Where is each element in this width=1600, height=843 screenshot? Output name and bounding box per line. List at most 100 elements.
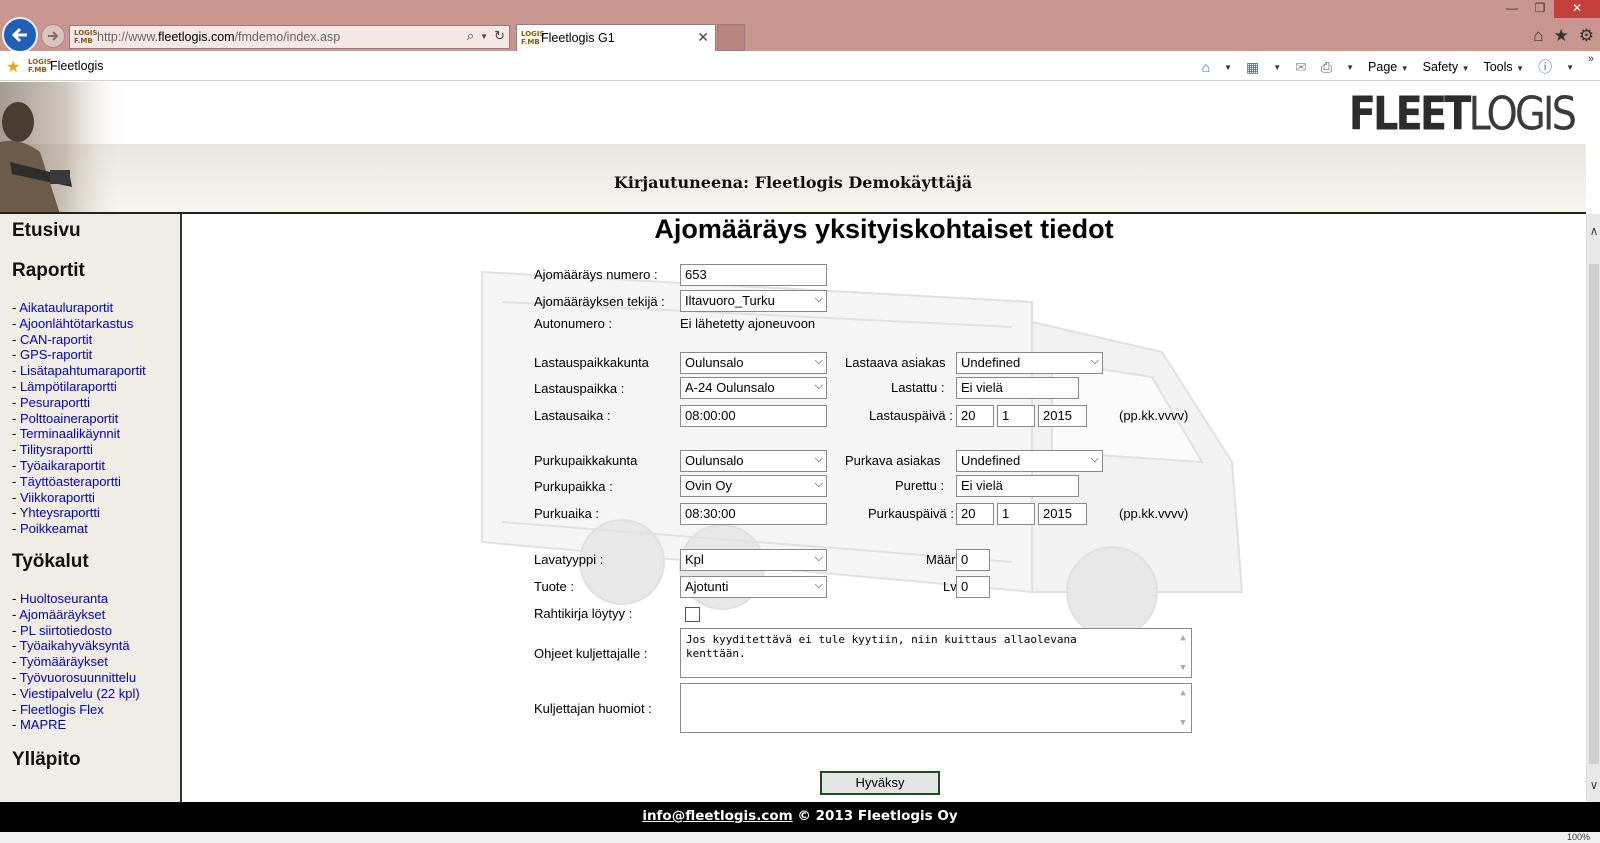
report-link[interactable]: Ajoonlähtötarkastus: [19, 316, 133, 331]
unloading-place-select[interactable]: Ovin Oy ⌵: [680, 475, 827, 497]
loading-time-field[interactable]: 08:00:00: [680, 405, 827, 427]
pallet-type-select[interactable]: Kpl ⌵: [680, 549, 827, 571]
tool-item[interactable]: - MAPRE: [12, 717, 140, 733]
home-icon[interactable]: ⌂: [1533, 26, 1543, 46]
report-link[interactable]: Pesuraportti: [20, 395, 90, 410]
window-close-icon[interactable]: ✕: [1554, 0, 1600, 18]
order-number-field[interactable]: 653: [680, 264, 827, 286]
scrollbar-thumb[interactable]: [1589, 264, 1599, 764]
new-tab-button[interactable]: [717, 24, 745, 51]
loading-customer-select[interactable]: Undefined ⌵: [956, 352, 1103, 374]
sidebar-admin-heading[interactable]: Ylläpito: [12, 749, 81, 771]
tool-item[interactable]: - PL siirtotiedosto: [12, 623, 140, 639]
unloading-customer-select[interactable]: Undefined ⌵: [956, 450, 1103, 472]
more-chevron-icon[interactable]: »: [1588, 53, 1594, 65]
mail-icon[interactable]: ✉: [1295, 59, 1307, 76]
tab-close-icon[interactable]: ✕: [697, 29, 709, 46]
back-button[interactable]: [2, 17, 38, 53]
tool-link[interactable]: Ajomääräykset: [19, 607, 105, 622]
lvp-field[interactable]: 0: [956, 576, 990, 598]
tool-item[interactable]: - Ajomääräykset: [12, 607, 140, 623]
unloading-date-day-field[interactable]: 20: [956, 503, 994, 525]
tool-link[interactable]: Työmääräykset: [20, 654, 108, 669]
page-menu[interactable]: Page ▼: [1368, 60, 1409, 74]
scroll-up-icon[interactable]: ∧: [1587, 224, 1600, 238]
safety-menu[interactable]: Safety ▼: [1423, 60, 1470, 74]
refresh-icon[interactable]: ↻: [494, 28, 505, 46]
report-item[interactable]: - GPS-raportit: [12, 347, 146, 363]
page-scrollbar[interactable]: ∧ ∨: [1586, 214, 1600, 802]
tool-link[interactable]: Huoltoseuranta: [20, 591, 108, 606]
search-icon[interactable]: ⌕: [467, 28, 474, 46]
print-dropdown-icon[interactable]: ▼: [1346, 63, 1354, 72]
help-dropdown-icon[interactable]: ▼: [1566, 63, 1574, 72]
scroll-up-icon[interactable]: ▲: [1180, 686, 1185, 700]
approve-button[interactable]: Hyväksy: [820, 771, 940, 795]
sidebar-reports-heading[interactable]: Raportit: [12, 260, 85, 282]
dropdown-icon[interactable]: ▼: [480, 28, 488, 46]
print-icon[interactable]: ⎙: [1321, 59, 1332, 76]
tool-item[interactable]: - Työaikahyväksyntä: [12, 638, 140, 654]
report-item[interactable]: - Työaikaraportit: [12, 458, 146, 474]
sidebar-tools-heading[interactable]: Työkalut: [12, 551, 89, 573]
report-item[interactable]: - CAN-raportit: [12, 332, 146, 348]
tool-item[interactable]: - Huoltoseuranta: [12, 591, 140, 607]
scroll-down-icon[interactable]: ▼: [1180, 716, 1185, 730]
textarea-scrollbar[interactable]: ▲ ▼: [1177, 686, 1189, 730]
address-bar[interactable]: LOGIS F.MB http://www.fleetlogis.com/fmd…: [69, 25, 510, 49]
address-url[interactable]: http://www.fleetlogis.com/fmdemo/index.a…: [97, 30, 340, 44]
report-link[interactable]: Lisätapahtumaraportit: [20, 363, 146, 378]
report-item[interactable]: - Lämpötilaraportti: [12, 379, 146, 395]
feed-dropdown-icon[interactable]: ▼: [1273, 63, 1281, 72]
rss-feed-icon[interactable]: ▦: [1246, 59, 1259, 76]
report-item[interactable]: - Yhteysraportti: [12, 505, 146, 521]
report-item[interactable]: - Polttoaineraportit: [12, 411, 146, 427]
favorites-star-icon[interactable]: ★: [1554, 26, 1569, 46]
sidebar-home-link[interactable]: Etusivu: [12, 220, 81, 242]
report-link[interactable]: Työaikaraportit: [20, 458, 105, 473]
report-link[interactable]: Yhteysraportti: [20, 505, 100, 520]
report-link[interactable]: Täyttöasteraportti: [20, 474, 121, 489]
tool-item[interactable]: - Fleetlogis Flex: [12, 702, 140, 718]
report-item[interactable]: - Tilitysraportti: [12, 442, 146, 458]
help-icon[interactable]: ⓘ: [1538, 57, 1552, 77]
restore-icon[interactable]: ❐: [1526, 0, 1554, 18]
tool-link[interactable]: Fleetlogis Flex: [20, 702, 104, 717]
tool-link[interactable]: Työvuorosuunnittelu: [20, 670, 136, 685]
scroll-down-icon[interactable]: ∨: [1587, 778, 1600, 792]
favorite-link-fleetlogis[interactable]: Fleetlogis: [50, 59, 104, 73]
home-dropdown-icon[interactable]: ▼: [1224, 63, 1232, 72]
report-link[interactable]: Terminaalikäynnit: [20, 426, 120, 441]
driver-instructions-textarea[interactable]: Jos kyyditettävä ei tule kyytiin, niin k…: [680, 628, 1192, 678]
creator-select[interactable]: Iltavuoro_Turku ⌵: [680, 290, 827, 312]
report-link[interactable]: Poikkeamat: [20, 521, 88, 536]
quantity-field[interactable]: 0: [956, 549, 990, 571]
loading-date-month-field[interactable]: 1: [997, 405, 1035, 427]
tool-link[interactable]: Työaikahyväksyntä: [20, 638, 130, 653]
minimize-icon[interactable]: —: [1498, 0, 1526, 18]
settings-gear-icon[interactable]: ⚙: [1579, 26, 1594, 46]
tool-link[interactable]: MAPRE: [20, 717, 66, 732]
report-link[interactable]: CAN-raportit: [20, 332, 92, 347]
report-item[interactable]: - Poikkeamat: [12, 521, 146, 537]
forward-button[interactable]: [41, 24, 65, 48]
product-select[interactable]: Ajotunti ⌵: [680, 576, 827, 598]
unloading-city-select[interactable]: Oulunsalo ⌵: [680, 450, 827, 472]
driver-notes-textarea[interactable]: ▲ ▼: [680, 683, 1192, 733]
report-item[interactable]: - Viikkoraportti: [12, 490, 146, 506]
report-link[interactable]: Tilitysraportti: [20, 442, 93, 457]
loading-city-select[interactable]: Oulunsalo ⌵: [680, 352, 827, 374]
footer-email-link[interactable]: info@fleetlogis.com: [642, 808, 792, 824]
waybill-checkbox[interactable]: [685, 607, 700, 622]
unloading-date-year-field[interactable]: 2015: [1038, 503, 1087, 525]
zoom-level[interactable]: 100%: [1567, 832, 1590, 842]
report-link[interactable]: GPS-raportit: [20, 347, 92, 362]
report-link[interactable]: Lämpötilaraportti: [20, 379, 117, 394]
loading-date-year-field[interactable]: 2015: [1038, 405, 1087, 427]
tool-item[interactable]: - Työvuorosuunnittelu: [12, 670, 140, 686]
tools-menu[interactable]: Tools ▼: [1483, 60, 1524, 74]
home-page-icon[interactable]: ⌂: [1202, 59, 1210, 75]
report-link[interactable]: Polttoaineraportit: [20, 411, 118, 426]
report-item[interactable]: - Täyttöasteraportti: [12, 474, 146, 490]
textarea-scrollbar[interactable]: ▲ ▼: [1177, 631, 1189, 675]
